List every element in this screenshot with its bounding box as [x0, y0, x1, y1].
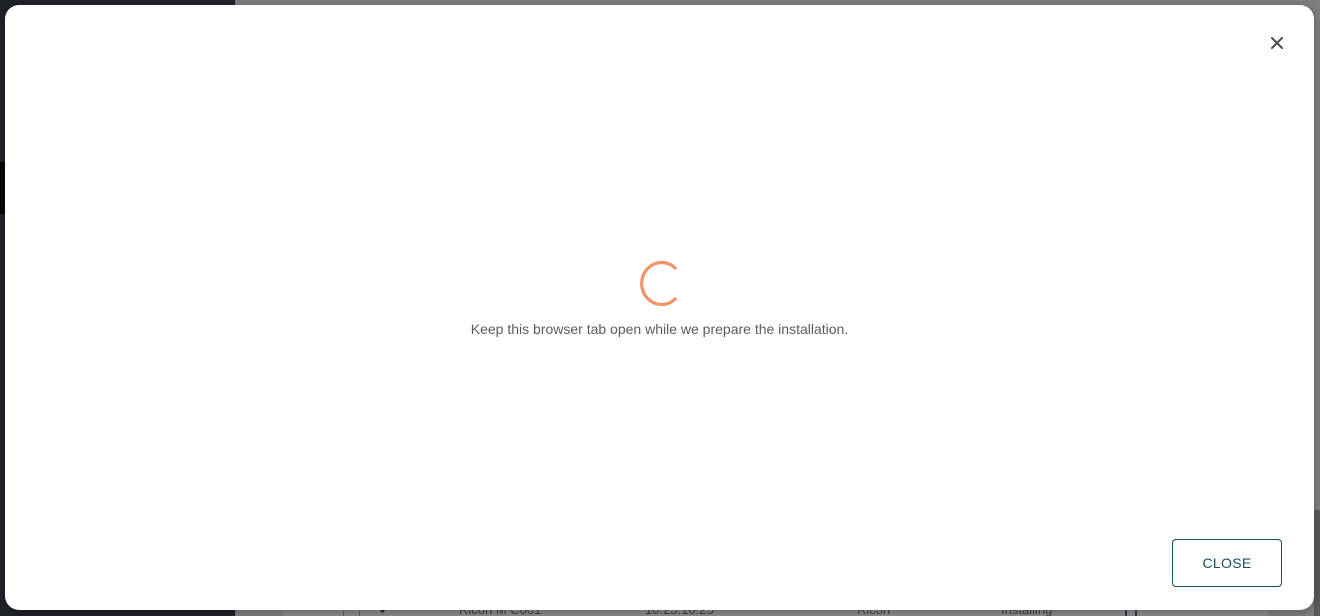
- close-button[interactable]: CLOSE: [1172, 539, 1282, 587]
- background-scrollbar: [1314, 510, 1320, 616]
- installation-modal: Keep this browser tab open while we prep…: [5, 5, 1314, 610]
- close-icon: [1271, 37, 1283, 49]
- loading-message: Keep this browser tab open while we prep…: [470, 321, 849, 337]
- spinner-icon: [634, 257, 680, 307]
- modal-close-x-button[interactable]: [1265, 31, 1289, 55]
